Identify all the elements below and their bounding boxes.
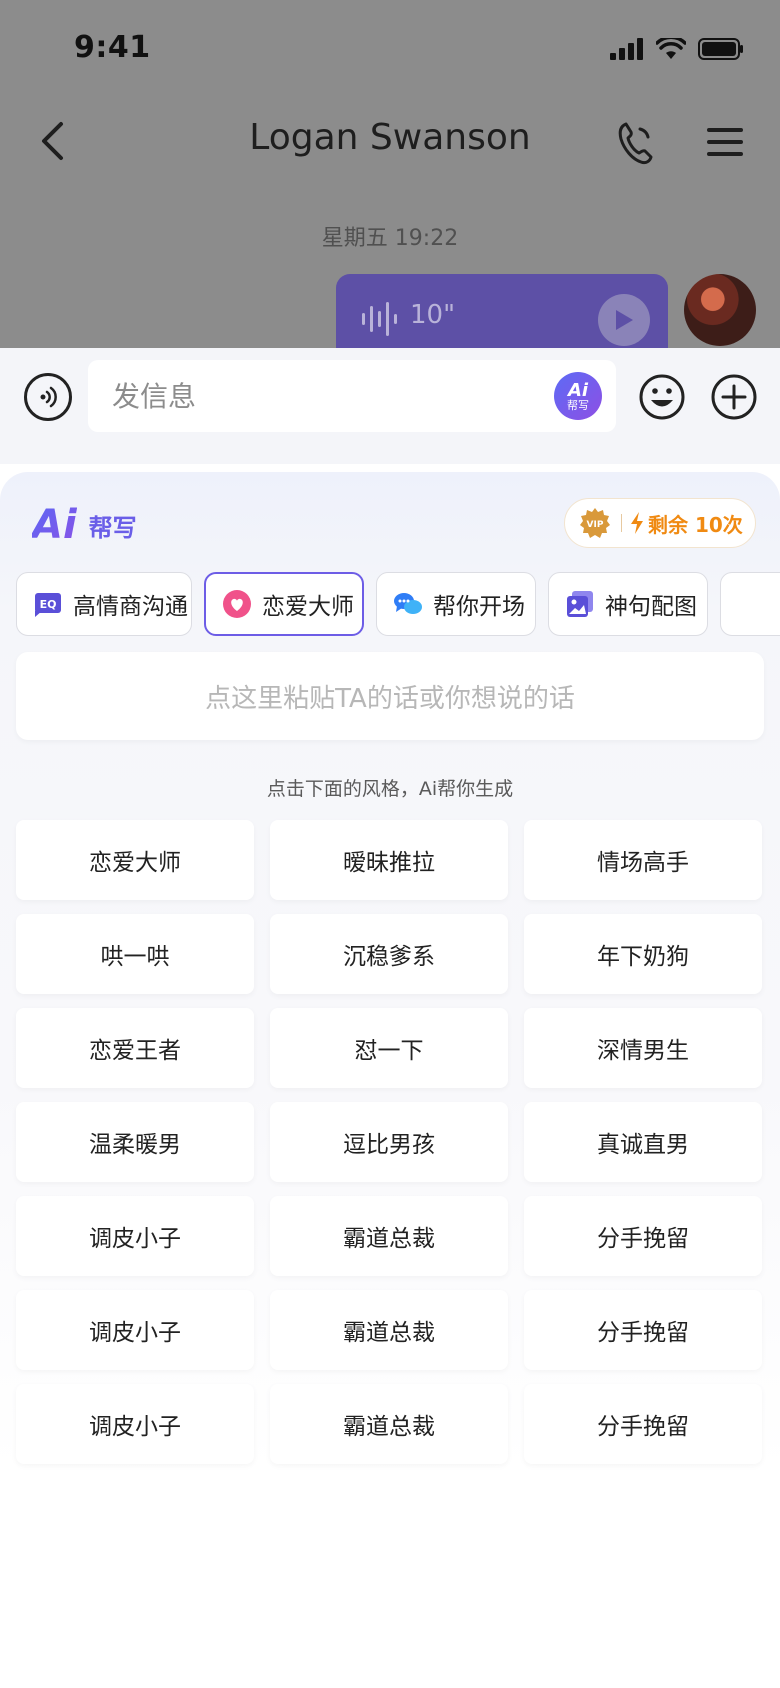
play-button[interactable] xyxy=(598,294,650,346)
paste-input[interactable]: 点这里粘贴TA的话或你想说的话 xyxy=(16,652,764,740)
style-grid: 恋爱大师 暧昧推拉 情场高手 哄一哄 沉稳爹系 年下奶狗 恋爱王者 怼一下 深情… xyxy=(16,820,764,1464)
ai-write-panel: Ai 帮写 VIP 剩余 10次 EQ 高情商沟通 恋爱大师 帮你开场 神句配图… xyxy=(0,472,780,1688)
voice-icon xyxy=(40,386,57,408)
ai-mode-tabs: EQ 高情商沟通 恋爱大师 帮你开场 神句配图 xyxy=(16,572,780,636)
style-button[interactable]: 暧昧推拉 xyxy=(270,820,508,900)
tab-quote-image[interactable]: 神句配图 xyxy=(548,572,708,636)
message-input[interactable] xyxy=(112,360,532,432)
style-button[interactable]: 恋爱王者 xyxy=(16,1008,254,1088)
vip-quota-badge[interactable]: VIP 剩余 10次 xyxy=(564,498,756,548)
more-button[interactable] xyxy=(710,373,758,421)
vip-icon: VIP xyxy=(580,508,610,538)
style-button[interactable]: 霸道总裁 xyxy=(270,1196,508,1276)
ai-logo-mark: Ai xyxy=(32,502,77,548)
status-bar: 9:41 xyxy=(0,0,780,100)
tab-label: 高情商沟通 xyxy=(73,594,188,620)
ai-logo-text: 帮写 xyxy=(88,513,137,542)
message-field: Ai 帮写 xyxy=(88,360,616,432)
style-button[interactable]: 恋爱大师 xyxy=(16,820,254,900)
tab-more[interactable] xyxy=(720,572,780,636)
menu-button[interactable] xyxy=(700,117,750,167)
tab-label: 帮你开场 xyxy=(433,594,525,620)
vip-divider xyxy=(621,514,622,532)
ai-write-button[interactable]: Ai 帮写 xyxy=(554,372,602,420)
play-icon xyxy=(616,310,633,330)
hamburger-icon xyxy=(707,128,743,156)
style-hint: 点击下面的风格，Ai帮你生成 xyxy=(266,778,514,800)
message-input-bar: Ai 帮写 xyxy=(0,348,780,464)
emoji-button[interactable] xyxy=(638,373,686,421)
picture-icon xyxy=(567,591,593,617)
style-button[interactable]: 分手挽留 xyxy=(524,1290,762,1370)
tab-eq-communication[interactable]: EQ 高情商沟通 xyxy=(16,572,192,636)
voice-input-button[interactable] xyxy=(24,373,72,421)
wifi-icon xyxy=(656,38,686,59)
style-button[interactable]: 沉稳爹系 xyxy=(270,914,508,994)
status-icons xyxy=(610,38,744,60)
style-button[interactable]: 怼一下 xyxy=(270,1008,508,1088)
tab-icebreaker[interactable]: 帮你开场 xyxy=(376,572,536,636)
svg-text:EQ: EQ xyxy=(40,598,57,611)
voice-message-bubble[interactable]: 10" xyxy=(336,274,668,348)
paste-placeholder: 点这里粘贴TA的话或你想说的话 xyxy=(205,683,575,714)
eq-icon: EQ xyxy=(35,593,61,617)
tab-label: 神句配图 xyxy=(605,594,697,620)
phone-icon xyxy=(618,122,653,165)
ai-badge-top: Ai xyxy=(567,379,589,401)
battery-icon xyxy=(698,38,743,60)
style-button[interactable]: 年下奶狗 xyxy=(524,914,762,994)
call-button[interactable] xyxy=(610,115,660,171)
lightning-icon xyxy=(631,512,643,534)
style-button[interactable]: 霸道总裁 xyxy=(270,1290,508,1370)
style-button[interactable]: 真诚直男 xyxy=(524,1102,762,1182)
style-button[interactable]: 深情男生 xyxy=(524,1008,762,1088)
tab-love-master[interactable]: 恋爱大师 xyxy=(204,572,364,636)
sound-wave-icon xyxy=(362,302,397,336)
tab-label: 恋爱大师 xyxy=(262,594,354,620)
style-button[interactable]: 分手挽留 xyxy=(524,1384,762,1464)
heart-icon xyxy=(223,590,251,618)
voice-duration: 10" xyxy=(410,300,456,330)
vip-label: VIP xyxy=(587,520,604,530)
page: 9:41 Logan Swanson 星期五 19:22 10" 发信息 Ai … xyxy=(0,0,780,1688)
page-title: Logan Swanson xyxy=(249,117,531,158)
style-button[interactable]: 霸道总裁 xyxy=(270,1384,508,1464)
style-button[interactable]: 分手挽留 xyxy=(524,1196,762,1276)
avatar[interactable] xyxy=(684,274,756,346)
status-time: 9:41 xyxy=(74,30,151,65)
style-button[interactable]: 温柔暖男 xyxy=(16,1102,254,1182)
style-button[interactable]: 调皮小子 xyxy=(16,1290,254,1370)
ai-logo: Ai 帮写 xyxy=(32,502,137,548)
style-button[interactable]: 情场高手 xyxy=(524,820,762,900)
style-button[interactable]: 调皮小子 xyxy=(16,1384,254,1464)
style-button[interactable]: 哄一哄 xyxy=(16,914,254,994)
style-button[interactable]: 逗比男孩 xyxy=(270,1102,508,1182)
chat-bubbles-icon xyxy=(394,593,422,614)
remaining-count: 剩余 10次 xyxy=(648,512,743,537)
ai-badge-bottom: 帮写 xyxy=(567,398,589,412)
signal-icon xyxy=(610,38,643,60)
style-button[interactable]: 调皮小子 xyxy=(16,1196,254,1276)
chat-background: 9:41 Logan Swanson 星期五 19:22 10" xyxy=(0,0,780,348)
message-timestamp: 星期五 19:22 xyxy=(321,226,459,251)
chat-header: Logan Swanson xyxy=(0,105,780,175)
